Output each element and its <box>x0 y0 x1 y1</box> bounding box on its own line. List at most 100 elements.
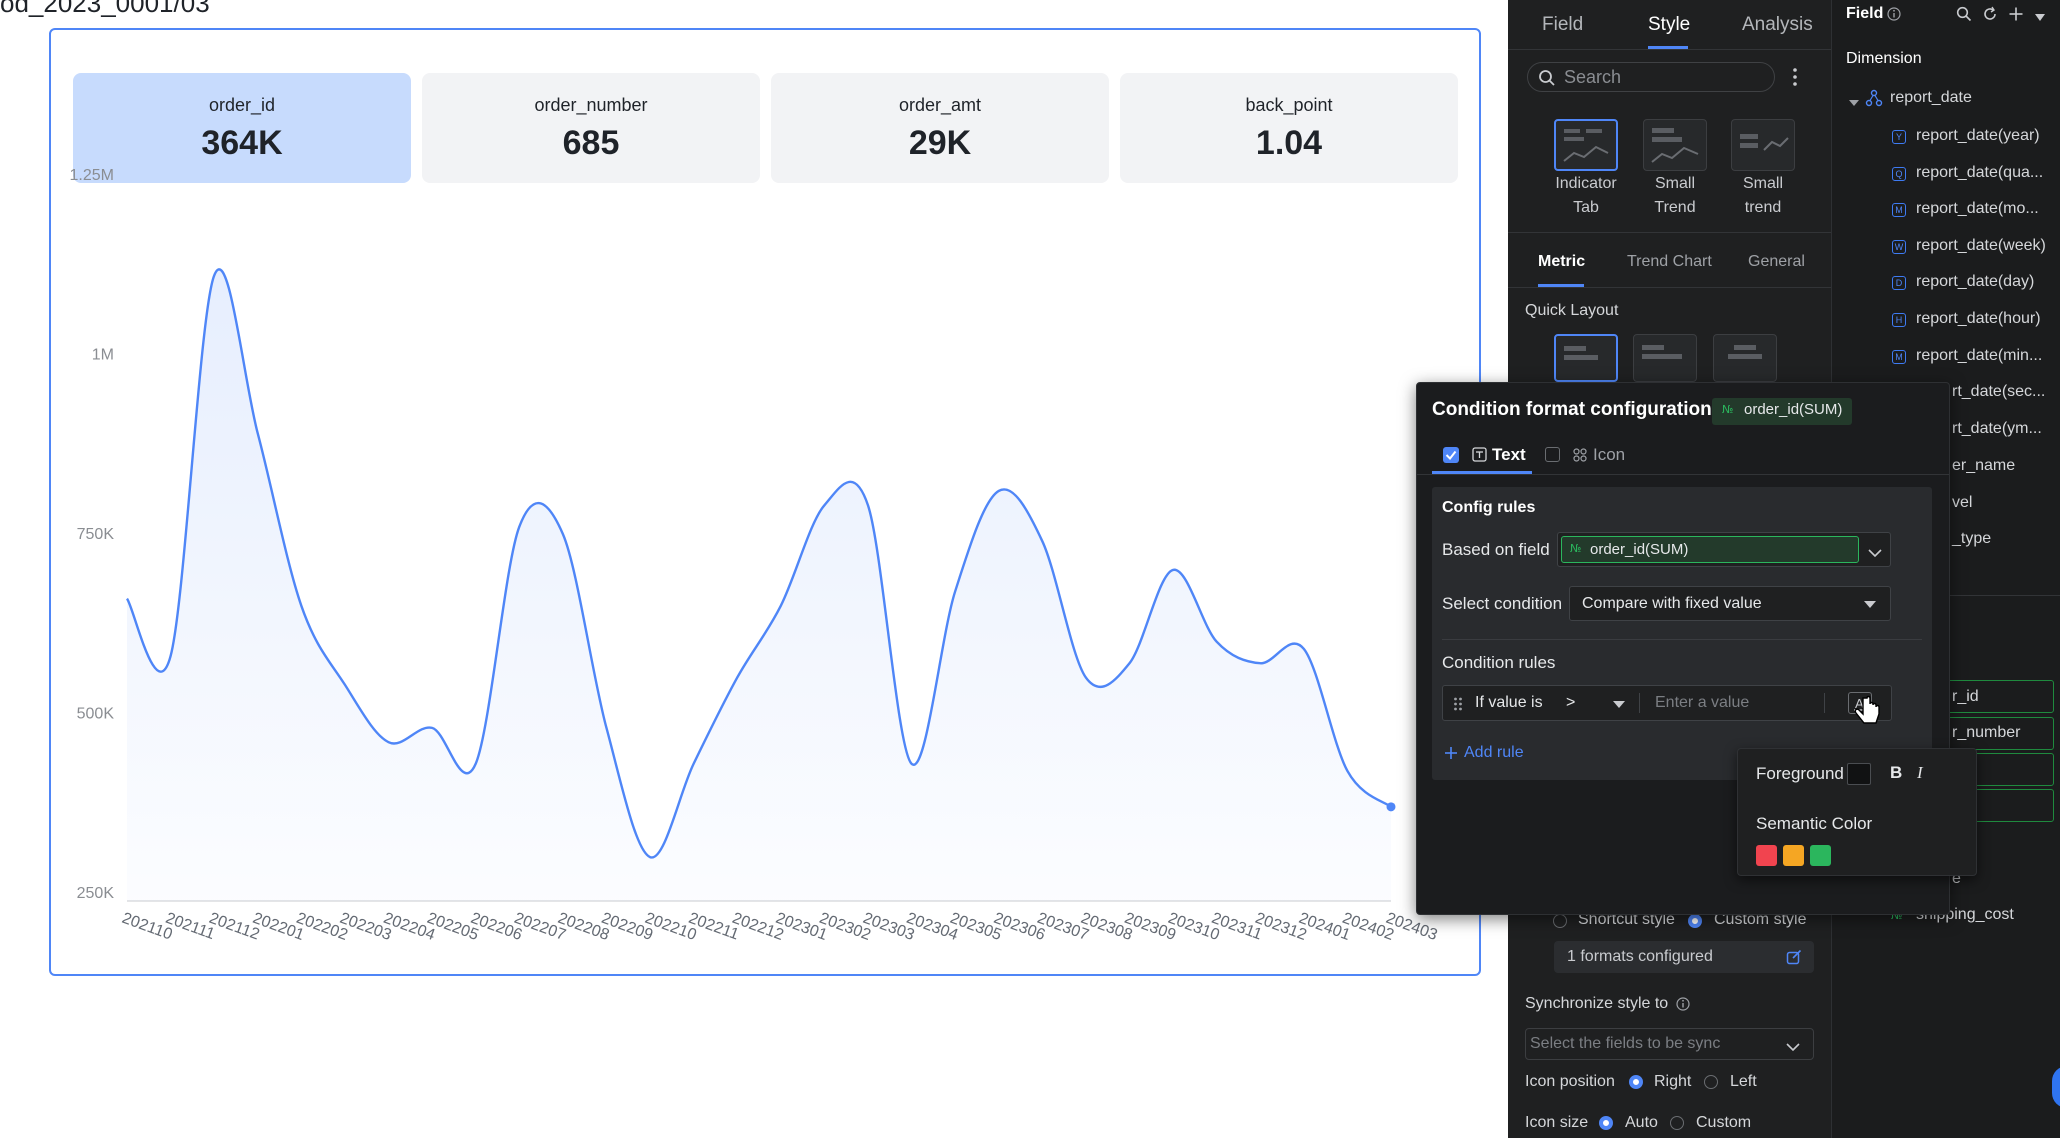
tab-icon[interactable]: Icon <box>1593 445 1625 465</box>
data-point[interactable] <box>1257 660 1263 666</box>
data-point[interactable] <box>691 761 697 767</box>
subtab-metric[interactable]: Metric <box>1538 253 1585 271</box>
info-icon <box>1676 997 1690 1016</box>
field-item[interactable]: er_name <box>1952 457 2015 475</box>
data-point[interactable] <box>255 430 261 436</box>
layout-indicator-tab-thumb[interactable] <box>1554 119 1618 171</box>
shortcut-style-radio[interactable] <box>1553 914 1567 928</box>
data-point[interactable] <box>429 725 435 731</box>
italic-button[interactable]: I <box>1917 763 1923 783</box>
add-icon[interactable] <box>2008 6 2024 27</box>
measure-item[interactable]: r_id <box>1952 688 1979 706</box>
semantic-color-red[interactable] <box>1756 845 1777 866</box>
data-point[interactable] <box>1126 660 1132 666</box>
data-point[interactable] <box>1386 802 1396 812</box>
tab-analysis[interactable]: Analysis <box>1742 14 1813 36</box>
chevron-down-icon <box>1868 545 1882 563</box>
y-tick-label: 750K <box>77 526 115 543</box>
field-item[interactable]: report_date(day) <box>1916 273 2034 291</box>
quick-layout-option-1[interactable] <box>1554 334 1618 382</box>
value-input[interactable]: Enter a value <box>1655 694 1749 712</box>
data-point[interactable] <box>952 588 958 594</box>
subtab-general[interactable]: General <box>1748 253 1805 271</box>
icon-position-left-radio[interactable] <box>1704 1075 1718 1089</box>
data-point[interactable] <box>1083 675 1089 681</box>
select-condition-select[interactable]: Compare with fixed value <box>1569 586 1891 621</box>
layout-label-small-trend-2: Small trend <box>1742 175 1783 216</box>
quick-layout-option-3[interactable] <box>1713 334 1777 382</box>
sync-style-placeholder: Select the fields to be sync <box>1530 1035 1721 1052</box>
chevron-down-icon[interactable] <box>1849 94 1859 112</box>
data-point[interactable] <box>647 854 653 860</box>
data-point[interactable] <box>734 675 740 681</box>
custom-style-radio[interactable] <box>1688 914 1702 928</box>
data-point[interactable] <box>603 725 609 731</box>
quick-layout-option-2[interactable] <box>1633 334 1697 382</box>
data-point[interactable] <box>1214 639 1220 645</box>
data-point[interactable] <box>778 603 784 609</box>
icon-position-right-radio[interactable] <box>1629 1075 1643 1089</box>
bold-button[interactable]: B <box>1890 763 1902 783</box>
field-item[interactable]: report_date(min... <box>1916 347 2042 365</box>
edit-icon[interactable] <box>1786 949 1802 970</box>
refresh-icon[interactable] <box>1982 6 1998 27</box>
data-point[interactable] <box>821 502 827 508</box>
quick-layout-label: Quick Layout <box>1525 302 1619 319</box>
drag-handle-icon[interactable] <box>1453 696 1463 717</box>
field-item[interactable]: report_date(mo... <box>1916 200 2039 218</box>
icon-checkbox[interactable] <box>1545 447 1560 462</box>
tab-text[interactable]: Text <box>1492 445 1526 465</box>
sync-style-select[interactable]: Select the fields to be sync <box>1525 1028 1814 1060</box>
field-item[interactable]: rt_date(sec... <box>1952 383 2045 401</box>
data-point[interactable] <box>342 682 348 688</box>
semantic-color-orange[interactable] <box>1783 845 1804 866</box>
data-point[interactable] <box>909 761 915 767</box>
field-item[interactable]: report_date(week) <box>1916 237 2046 255</box>
caret-down-icon[interactable] <box>2034 9 2046 27</box>
data-point[interactable] <box>1344 768 1350 774</box>
data-point[interactable] <box>1170 567 1176 573</box>
data-point[interactable] <box>124 596 130 602</box>
report-date-root[interactable]: report_date <box>1890 89 1972 107</box>
data-point[interactable] <box>516 524 522 530</box>
data-point[interactable] <box>865 502 871 508</box>
dialog-field-chip: № order_id(SUM) <box>1712 398 1853 425</box>
field-item[interactable]: vel <box>1952 494 1972 512</box>
foreground-color-swatch[interactable] <box>1847 763 1871 785</box>
field-item[interactable]: report_date(hour) <box>1916 310 2041 328</box>
search-input[interactable]: Search <box>1527 62 1775 92</box>
data-point[interactable] <box>386 739 392 745</box>
add-icon[interactable] <box>1444 746 1458 765</box>
tab-style[interactable]: Style <box>1648 14 1690 36</box>
data-point[interactable] <box>168 653 174 659</box>
based-on-field-select[interactable]: № order_id(SUM) <box>1557 532 1891 567</box>
field-item[interactable]: _type <box>1952 530 1991 548</box>
more-icon[interactable] <box>1791 66 1799 93</box>
layout-small-trend-thumb[interactable] <box>1643 119 1707 171</box>
data-point[interactable] <box>560 531 566 537</box>
field-item[interactable]: report_date(year) <box>1916 127 2040 145</box>
semantic-color-green[interactable] <box>1810 845 1831 866</box>
condition-rule-row[interactable]: If value is > Enter a value A <box>1442 685 1892 721</box>
data-point[interactable] <box>473 761 479 767</box>
tab-field[interactable]: Field <box>1542 14 1583 36</box>
data-point[interactable] <box>1301 646 1307 652</box>
formats-configured-box[interactable]: 1 formats configured <box>1554 941 1814 973</box>
icon-size-auto-radio[interactable] <box>1599 1116 1613 1130</box>
icon-size-custom-radio[interactable] <box>1670 1116 1684 1130</box>
add-rule-button[interactable]: Add rule <box>1464 744 1524 762</box>
divider <box>1442 639 1922 640</box>
measure-item[interactable]: r_number <box>1952 724 2020 742</box>
data-point[interactable] <box>996 488 1002 494</box>
data-point[interactable] <box>211 273 217 279</box>
field-item[interactable]: report_date(qua... <box>1916 164 2043 182</box>
field-item[interactable]: rt_date(ym... <box>1952 420 2042 438</box>
search-icon[interactable] <box>1956 6 1972 27</box>
data-point[interactable] <box>298 603 304 609</box>
data-point[interactable] <box>1039 538 1045 544</box>
layout-small-trend-2-thumb[interactable] <box>1731 119 1795 171</box>
text-checkbox[interactable] <box>1443 447 1459 463</box>
operator-select[interactable]: > <box>1566 694 1575 712</box>
y-tick-label: 250K <box>77 885 115 902</box>
subtab-trend-chart[interactable]: Trend Chart <box>1627 253 1712 271</box>
